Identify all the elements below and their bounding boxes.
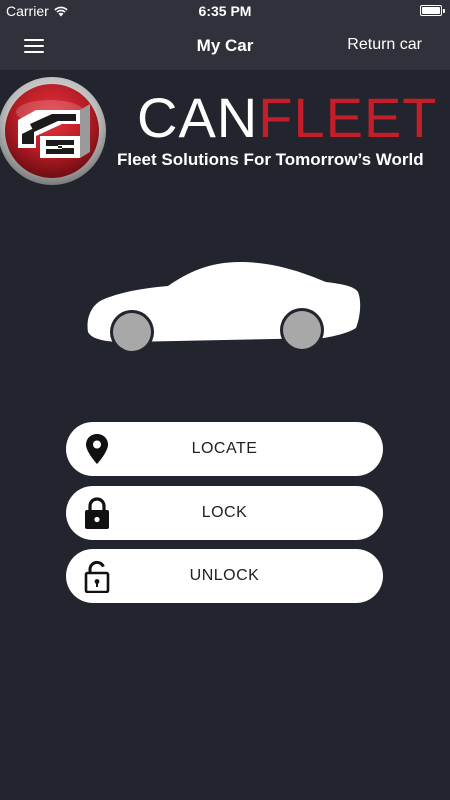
brand-name-part1: CAN xyxy=(137,86,259,149)
locate-label: LOCATE xyxy=(191,440,258,457)
lock-label: LOCK xyxy=(201,504,248,521)
brand-tagline: Fleet Solutions For Tomorrow’s World xyxy=(117,150,424,169)
return-car-button[interactable]: Return car xyxy=(347,36,422,54)
locate-button[interactable]: LOCATE xyxy=(66,422,383,476)
status-bar: Carrier 6:35 PM xyxy=(0,0,450,24)
canfleet-logo-icon xyxy=(0,77,106,185)
unlock-label: UNLOCK xyxy=(189,567,260,584)
navigation-bar: My Car Return car xyxy=(0,24,450,70)
lock-button[interactable]: LOCK xyxy=(66,486,383,540)
unlock-button[interactable]: UNLOCK xyxy=(66,549,383,603)
status-time: 6:35 PM xyxy=(198,3,252,19)
my-car-screen: Carrier 6:35 PM My Car Return car CANFLE… xyxy=(0,0,450,800)
brand-name-part2: FLEET xyxy=(258,86,438,149)
car-silhouette-icon xyxy=(87,262,361,354)
brand-name: CANFLEET xyxy=(137,88,438,148)
battery-icon xyxy=(420,5,445,16)
